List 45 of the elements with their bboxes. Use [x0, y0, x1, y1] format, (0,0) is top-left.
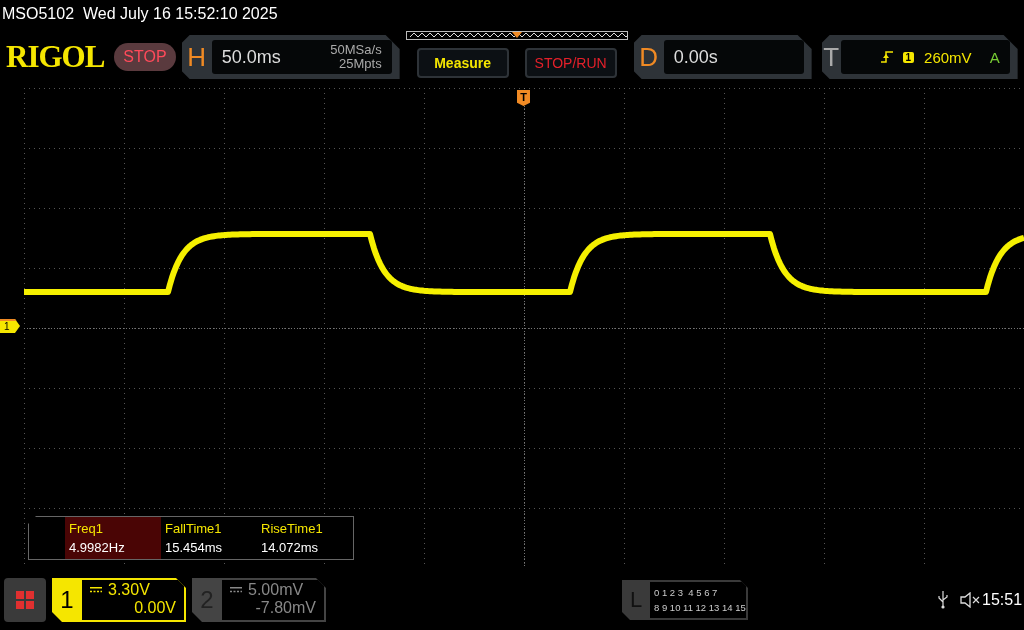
measurement-name: FallTime1: [165, 521, 223, 536]
channel-number: 1: [59, 585, 75, 615]
trigger-mode: A: [989, 48, 1000, 66]
delay-value: 0.00s: [673, 46, 718, 68]
channel-offset-marker[interactable]: 1: [0, 319, 20, 333]
channel-scale: 5.00mV: [248, 581, 304, 599]
speaker-muted-icon: [960, 592, 980, 608]
measurement-value: 15.454ms: [165, 540, 224, 555]
trigger-panel[interactable]: T 1 260mV A: [821, 35, 1018, 79]
usb-icon: [938, 591, 948, 609]
measurement-item[interactable]: Freq1 4.9982Hz: [65, 517, 161, 559]
menu-button[interactable]: [4, 578, 46, 622]
delay-panel[interactable]: D 0.00s: [633, 35, 812, 79]
logic-channel-numbers: 0 1 2 3 4 5 6 7: [654, 586, 719, 600]
measurement-item[interactable]: RiseTime1 14.072ms: [257, 517, 353, 559]
measure-button[interactable]: Measure: [416, 47, 509, 78]
grid-menu-icon: [16, 591, 34, 609]
instrument-model: MSO5102: [2, 5, 75, 23]
sample-rate: 50MSa/s: [330, 43, 382, 57]
horizontal-panel[interactable]: H 50.0ms 50MSa/s 25Mpts: [181, 35, 400, 79]
delay-label: D: [638, 41, 660, 73]
trigger-source-badge: 1: [902, 51, 915, 63]
brand-logo: RIGOL: [6, 39, 105, 75]
measurement-name: RiseTime1: [261, 521, 324, 536]
memory-depth: 25Mpts: [339, 57, 382, 71]
measurement-value: 14.072ms: [261, 540, 320, 555]
trigger-label: T: [822, 41, 841, 73]
channel-scale: 3.30V: [108, 581, 150, 599]
dc-coupling-icon: [90, 587, 102, 593]
logic-channel-numbers: 8 9 10 11 12 13 14 15: [654, 601, 746, 615]
clock: 15:51: [982, 591, 1023, 609]
date-time: Wed July 16 15:52:10 2025: [83, 5, 278, 23]
horizontal-label: H: [186, 41, 208, 73]
channel-panel[interactable]: 1 3.30V 0.00V: [52, 578, 186, 622]
stop-run-button[interactable]: STOP/RUN: [524, 47, 617, 78]
trigger-position-marker[interactable]: T: [517, 90, 530, 106]
measurement-item[interactable]: FallTime1 15.454ms: [161, 517, 257, 559]
channel-offset: 0.00V: [134, 599, 176, 617]
measurement-value: 4.9982Hz: [69, 540, 126, 555]
timebase-value: 50.0ms: [221, 46, 281, 68]
trigger-level: 260mV: [924, 48, 972, 66]
channel-offset: -7.80mV: [255, 599, 316, 617]
dc-coupling-icon: [230, 587, 242, 593]
measurement-name: Freq1: [69, 521, 104, 536]
rising-edge-icon: [880, 51, 893, 63]
